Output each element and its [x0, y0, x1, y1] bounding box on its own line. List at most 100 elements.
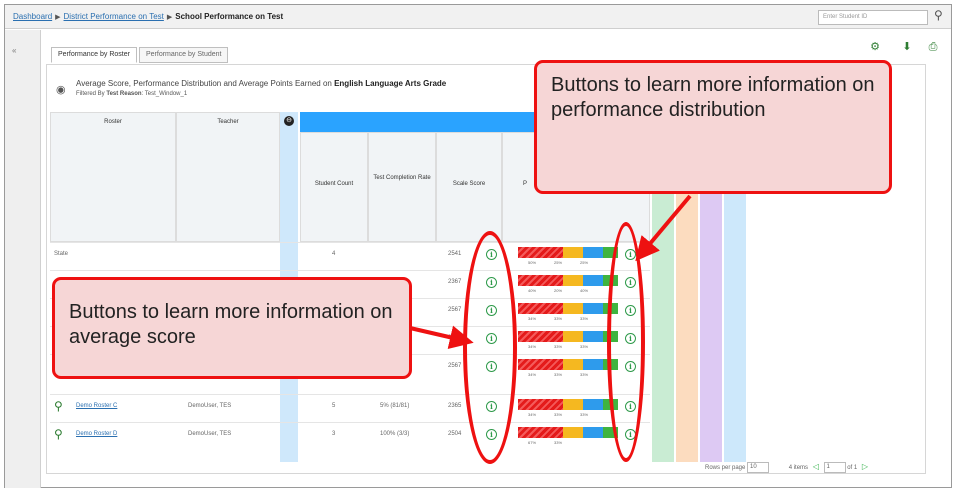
completion-header[interactable]: Test Completion Rate	[368, 132, 436, 242]
title-prefix: Average Score, Performance Distribution …	[76, 79, 335, 88]
magnifier-icon[interactable]: ⚲	[54, 427, 63, 441]
distribution-percent: 67%	[528, 440, 537, 445]
distribution-percent: 33%	[554, 372, 563, 377]
roster-header[interactable]: Roster	[50, 112, 176, 242]
distribution-percent: 34%	[528, 372, 537, 377]
expand-icon[interactable]: ⊖	[284, 116, 294, 126]
breadcrumb-dashboard[interactable]: Dashboard	[13, 12, 52, 21]
breadcrumb: Dashboard ▶ District Performance on Test ▶ S…	[13, 12, 283, 21]
performance-distribution-bar	[518, 331, 618, 342]
distribution-percent: 33%	[554, 412, 563, 417]
page-input[interactable]: 1	[823, 462, 846, 473]
student-count-label: Student Count	[314, 181, 354, 187]
distribution-segment-red	[518, 303, 563, 314]
distribution-percent: 40%	[580, 288, 589, 293]
distribution-segment-orange	[563, 247, 583, 258]
distribution-segment-blue	[583, 399, 603, 410]
performance-distribution-bar	[518, 303, 618, 314]
student-count: 4	[332, 251, 336, 257]
distribution-segment-orange	[563, 427, 583, 438]
completion-rate: 100% (3/3)	[380, 431, 410, 437]
distribution-segment-orange	[563, 399, 583, 410]
student-count: 3	[332, 431, 336, 437]
scale-score-label: Scale Score	[452, 181, 486, 187]
average-score-buttons-highlight	[463, 231, 517, 464]
distribution-segment-orange	[563, 303, 583, 314]
scale-score-header[interactable]: Scale Score	[436, 132, 502, 242]
left-collapse-strip[interactable]: «	[5, 30, 41, 488]
search-icon[interactable]: ⚲	[934, 8, 943, 22]
magnifier-icon[interactable]: ⚲	[54, 399, 63, 413]
distribution-percent: 34%	[528, 344, 537, 349]
top-bar: Dashboard ▶ District Performance on Test ▶ S…	[5, 5, 951, 29]
distribution-segment-red	[518, 331, 563, 342]
distribution-segment-red	[518, 275, 563, 286]
completion-label: Test Completion Rate	[373, 175, 431, 181]
distribution-percent: 33%	[580, 412, 589, 417]
distribution-segment-blue	[583, 331, 603, 342]
panel-title: Average Score, Performance Distribution …	[76, 79, 446, 88]
performance-buttons-highlight	[607, 222, 645, 462]
distribution-segment-blue	[583, 247, 603, 258]
distribution-segment-red	[518, 427, 563, 438]
performance-distribution-bar	[518, 427, 618, 438]
tab-performance-by-student[interactable]: Performance by Student	[138, 47, 229, 63]
student-id-search-input[interactable]: Enter Student ID	[818, 10, 928, 25]
scale-score: 2367	[448, 279, 462, 285]
previous-page-icon[interactable]: ◁	[813, 462, 819, 471]
distribution-percent: 33%	[554, 440, 563, 445]
distribution-segment-orange	[563, 275, 583, 286]
distribution-segment-orange	[563, 331, 583, 342]
filter-value: : Test_Window_1	[141, 91, 188, 97]
settings-icon[interactable]: ⚙	[868, 40, 882, 54]
items-count: 4 items	[788, 465, 809, 472]
distribution-segment-blue	[583, 303, 603, 314]
distribution-segment-blue	[583, 275, 603, 286]
distribution-percent: 34%	[528, 412, 537, 417]
distribution-percent: 40%	[528, 288, 537, 293]
distribution-percent: 33%	[580, 316, 589, 321]
teacher-name: DemoUser, TES	[188, 403, 232, 409]
average-score-callout: Buttons to learn more information on ave…	[52, 277, 412, 379]
roster-header-label: Roster	[104, 119, 122, 125]
distribution-percent: 33%	[580, 344, 589, 349]
tab-performance-by-roster[interactable]: Performance by Roster	[51, 47, 137, 63]
rows-per-page-select[interactable]: 10	[747, 462, 770, 473]
performance-distribution-bar	[518, 247, 618, 258]
teacher-header[interactable]: Teacher	[176, 112, 280, 242]
roster-name: State	[54, 251, 69, 257]
roster-name[interactable]: Demo Roster C	[76, 403, 117, 409]
distribution-percent: 33%	[554, 316, 563, 321]
table-row: ⚲ Demo Roster C DemoUser, TES 5 5% (81/81) 23…	[50, 394, 650, 422]
performance-distribution-bar	[518, 275, 618, 286]
distribution-percent: 25%	[580, 260, 589, 265]
distribution-percent: 34%	[528, 316, 537, 321]
student-count-header[interactable]: Student Count	[300, 132, 368, 242]
scale-score: 2504	[448, 431, 462, 437]
table-row: State 4 2541 i 50% 25% 25% i	[50, 242, 650, 270]
breadcrumb-separator-icon: ▶	[166, 14, 173, 21]
collapse-icon[interactable]: «	[12, 46, 16, 55]
distribution-segment-red	[518, 399, 563, 410]
filter-label: Filtered By	[76, 91, 107, 97]
distribution-segment-red	[518, 359, 563, 370]
scale-score: 2567	[448, 335, 462, 341]
print-icon[interactable]: ⎙	[926, 40, 940, 54]
scale-score: 2365	[448, 403, 462, 409]
eye-icon[interactable]: ◉	[56, 83, 66, 96]
teacher-name: DemoUser, TES	[188, 431, 232, 437]
roster-name[interactable]: Demo Roster D	[76, 431, 117, 437]
distribution-segment-blue	[583, 359, 603, 370]
next-page-icon[interactable]: ▷	[862, 462, 868, 471]
scale-score: 2541	[448, 251, 462, 257]
page-total: of 1	[847, 465, 858, 472]
pagination: Rows per page 10 4 items ◁ 1 of 1 ▷	[705, 462, 871, 473]
scale-score: 2567	[448, 363, 462, 369]
student-count: 5	[332, 403, 336, 409]
distribution-percent: 25%	[554, 260, 563, 265]
breadcrumb-separator-icon: ▶	[55, 14, 61, 21]
download-icon[interactable]: ⬇	[900, 40, 914, 54]
title-subject: English Language Arts Grade	[334, 79, 447, 88]
breadcrumb-district[interactable]: District Performance on Test	[64, 12, 164, 21]
performance-distribution-bar	[518, 399, 618, 410]
